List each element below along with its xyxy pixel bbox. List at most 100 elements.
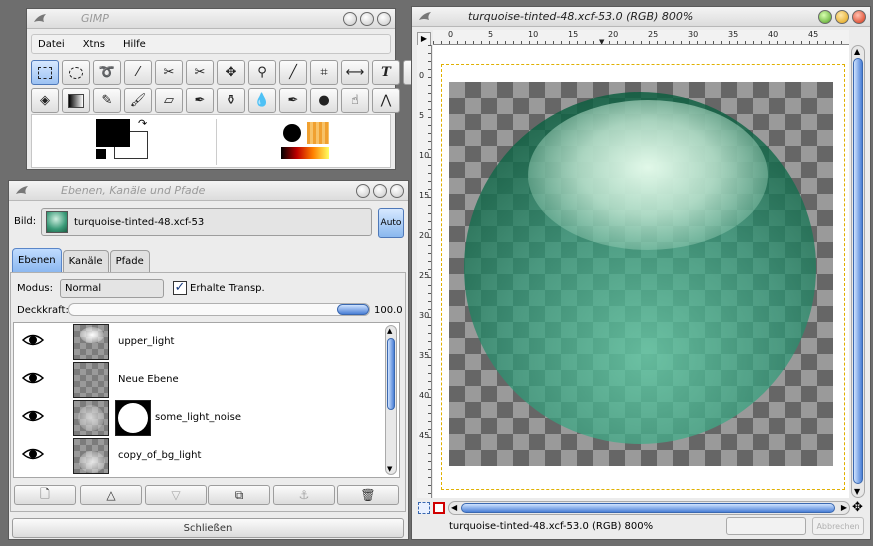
opacity-slider-handle[interactable]: [337, 304, 369, 315]
scroll-thumb[interactable]: [461, 503, 835, 513]
minimize-button[interactable]: [343, 12, 357, 26]
scroll-down-arrow[interactable]: ▼: [854, 487, 860, 496]
close-button[interactable]: [377, 12, 391, 26]
scroll-up-arrow[interactable]: ▲: [387, 327, 392, 335]
anchor-layer-button[interactable]: ⚓: [273, 485, 335, 505]
scroll-thumb[interactable]: [387, 338, 395, 410]
wilber-icon: [419, 12, 431, 20]
eye-icon[interactable]: [22, 447, 44, 461]
opacity-slider[interactable]: [68, 303, 370, 316]
progress-bar: [726, 517, 806, 535]
tab-pfade[interactable]: Pfade: [109, 250, 150, 272]
gradient-icon: [68, 93, 84, 108]
clone-tool-button[interactable]: ⚱: [217, 88, 245, 113]
vertical-ruler[interactable]: 0 5 10 15 20 25 30 35 40 45: [417, 45, 432, 498]
crop-tool-button[interactable]: ⌗: [310, 60, 338, 85]
swap-colors-icon[interactable]: ↷: [138, 117, 147, 130]
menu-arrow-button[interactable]: ▶: [417, 32, 431, 46]
tab-ebenen[interactable]: Ebenen: [12, 248, 62, 272]
close-button[interactable]: [852, 10, 866, 24]
flip-tool-button[interactable]: ⟷: [341, 60, 369, 85]
pattern-indicator[interactable]: [307, 122, 329, 144]
close-button[interactable]: [390, 184, 404, 198]
scroll-right-arrow[interactable]: ▶: [841, 503, 847, 512]
lasso-tool-button[interactable]: ➰: [93, 60, 121, 85]
move-tool-button[interactable]: ✥: [217, 60, 245, 85]
auto-button[interactable]: Auto: [378, 208, 404, 238]
trash-icon: 🗑: [360, 488, 376, 502]
pencil-tool-button[interactable]: ✎: [93, 88, 121, 113]
measure-compass-tool-button[interactable]: ⋀: [372, 88, 400, 113]
menu-datei[interactable]: Datei: [38, 39, 65, 50]
ink-tool-button[interactable]: ✒: [279, 88, 307, 113]
bucket-fill-tool-button[interactable]: ◈: [31, 88, 59, 113]
menu-xtns[interactable]: Xtns: [83, 39, 105, 50]
lower-triangle-icon: ▽: [171, 488, 181, 502]
minimize-button[interactable]: [356, 184, 370, 198]
navigate-icon[interactable]: ✥: [852, 500, 863, 515]
quickmask-on-icon[interactable]: [433, 502, 445, 514]
close-dialog-button[interactable]: Schließen: [12, 518, 404, 538]
eye-icon[interactable]: [22, 409, 44, 423]
duplicate-layer-button[interactable]: ⧉: [208, 485, 270, 505]
layer-row[interactable]: Neue Ebene: [14, 361, 385, 399]
canvas-horizontal-scrollbar[interactable]: ◀ ▶: [448, 501, 850, 515]
maximize-button[interactable]: [360, 12, 374, 26]
new-layer-button[interactable]: 🗋: [14, 485, 76, 505]
ruler-label: 35: [728, 30, 739, 39]
eye-icon[interactable]: [22, 333, 44, 347]
dodge-burn-tool-button[interactable]: ●: [310, 88, 338, 113]
ruler-label: 45: [419, 431, 430, 440]
raise-layer-button[interactable]: △: [80, 485, 142, 505]
paths-tool-button[interactable]: ✂: [186, 60, 214, 85]
scroll-down-arrow[interactable]: ▼: [387, 465, 392, 473]
ellipse-select-icon: [69, 66, 83, 79]
airbrush-tool-button[interactable]: ✒: [186, 88, 214, 113]
ellipse-select-tool-button[interactable]: [62, 60, 90, 85]
menu-hilfe[interactable]: Hilfe: [123, 39, 146, 50]
horizontal-ruler[interactable]: 0 5 10 15 20 25 30 35 40 45 ▼: [433, 30, 849, 45]
text-tool-button[interactable]: T: [372, 60, 400, 85]
color-select-tool-button[interactable]: ✂: [155, 60, 183, 85]
brush-indicator[interactable]: [283, 124, 301, 142]
smudge-tool-button[interactable]: ☝: [341, 88, 369, 113]
auto-label: Auto: [380, 218, 402, 228]
toolbox-titlebar[interactable]: GIMP: [27, 9, 395, 29]
delete-layer-button[interactable]: 🗑: [337, 485, 399, 505]
fuzzy-select-tool-button[interactable]: ⁄: [124, 60, 152, 85]
minimize-button[interactable]: [818, 10, 832, 24]
default-colors-icon[interactable]: [96, 149, 106, 159]
scroll-thumb[interactable]: [853, 58, 863, 484]
layer-list-scrollbar[interactable]: ▲ ▼: [385, 325, 397, 475]
layer-mask-thumbnail[interactable]: [115, 400, 151, 436]
rect-select-tool-button[interactable]: [31, 60, 59, 85]
canvas-vertical-scrollbar[interactable]: ▲ ▼: [851, 45, 865, 498]
maximize-button[interactable]: [373, 184, 387, 198]
layer-row[interactable]: upper_light: [14, 323, 385, 361]
layer-row[interactable]: copy_of_bg_light: [14, 437, 385, 475]
eraser-tool-button[interactable]: ▱: [155, 88, 183, 113]
image-window-titlebar[interactable]: turquoise-tinted-48.xcf-53.0 (RGB) 800%: [412, 7, 870, 27]
keep-transparency-checkbox[interactable]: ✓: [173, 281, 187, 295]
maximize-button[interactable]: [835, 10, 849, 24]
quickmask-toggle-icon[interactable]: [418, 502, 430, 514]
scroll-up-arrow[interactable]: ▲: [854, 47, 860, 56]
measure-tool-button[interactable]: ╱: [279, 60, 307, 85]
eye-icon[interactable]: [22, 371, 44, 385]
image-menu[interactable]: turquoise-tinted-48.xcf-53: [41, 208, 372, 236]
scroll-left-arrow[interactable]: ◀: [451, 503, 457, 512]
mode-select[interactable]: Normal: [60, 279, 164, 298]
gradient-indicator[interactable]: [281, 147, 329, 159]
layer-row[interactable]: some_light_noise: [14, 399, 385, 437]
zoom-tool-button[interactable]: ⚲: [248, 60, 276, 85]
blend-tool-button[interactable]: [62, 88, 90, 113]
convolve-tool-button[interactable]: 💧: [248, 88, 276, 113]
layers-dialog-titlebar[interactable]: Ebenen, Kanäle und Pfade: [9, 181, 408, 201]
paintbrush-tool-button[interactable]: 🖌: [124, 88, 152, 113]
lower-layer-button[interactable]: ▽: [145, 485, 207, 505]
cancel-button[interactable]: Abbrechen: [812, 517, 864, 535]
tab-kanaele[interactable]: Kanäle: [62, 250, 109, 272]
layer-thumbnail: [73, 400, 109, 436]
ruler-label: 45: [808, 30, 819, 39]
foreground-color-swatch[interactable]: [96, 119, 130, 147]
